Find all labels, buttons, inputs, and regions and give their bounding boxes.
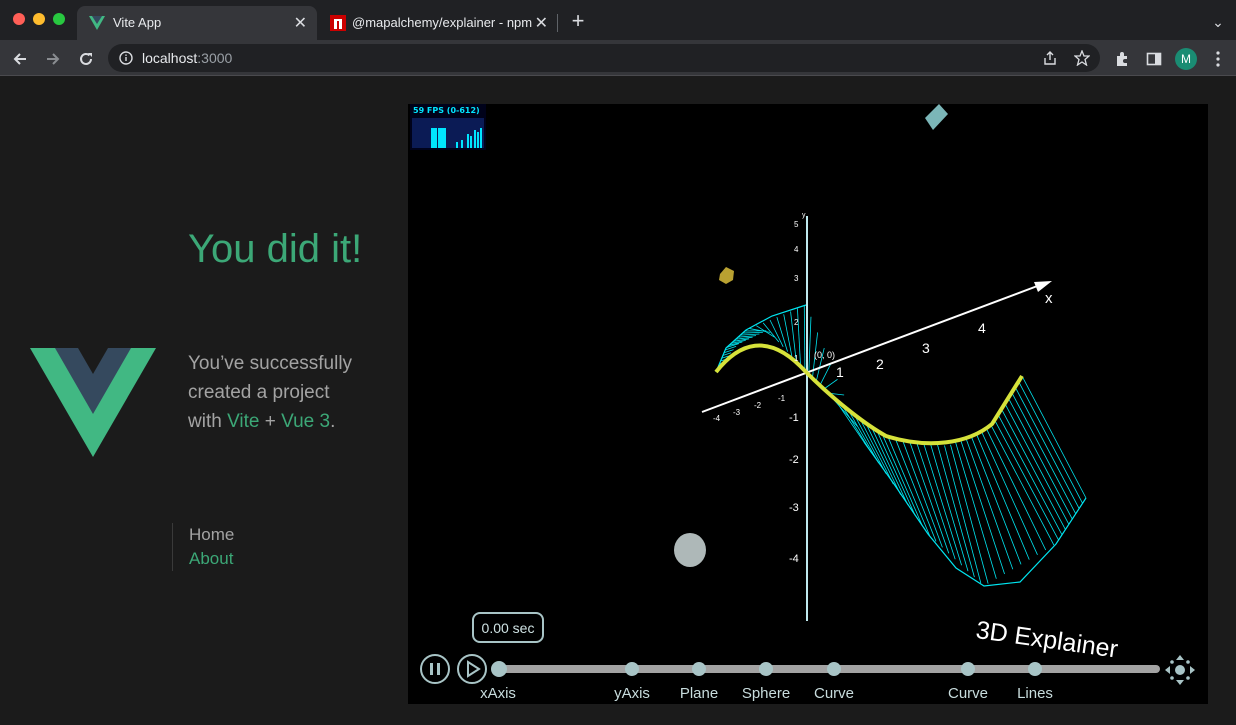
x-tick-label-2: -2 [754,401,762,410]
timeline-step-curve-marker[interactable] [827,662,841,676]
main-nav: Home About [172,523,234,571]
side-panel-icon [1146,52,1162,66]
tab-close-icon[interactable]: ✕ [294,13,307,33]
extensions-button[interactable] [1110,47,1134,71]
puzzle-icon [1117,52,1127,66]
tab-search-chevron-icon[interactable]: ⌄ [1206,10,1230,34]
mesh-back-edge [715,304,807,373]
origin-label: (0, 0) [814,350,836,360]
y-tick-label-0: 1 [794,354,799,363]
time-display: 0.00 sec [472,612,544,643]
y-tick-label-1: -2 [789,454,799,466]
y-tick-label-3: -4 [789,553,799,565]
timeline-step-xaxis-marker[interactable] [491,661,507,677]
arrow-right-icon [47,53,60,65]
browser-tab-bar: Vite App ✕ @mapalchemy/explainer - npm ✕… [0,0,1236,40]
vue-logo-icon [30,348,156,457]
timeline-step-label[interactable]: Sphere [742,685,790,702]
profile-avatar[interactable]: M [1174,47,1198,71]
x-tick-label-3: -1 [778,394,786,403]
share-icon [1044,51,1056,65]
url-host: localhost [142,50,198,66]
window-zoom-button[interactable] [53,13,65,25]
address-bar[interactable]: localhost:3000 [108,44,1100,72]
y-tick-label-2: -3 [789,502,799,514]
x-axis-line [701,284,1041,413]
tab-vite-app[interactable]: Vite App ✕ [77,6,317,40]
move-arrows-icon [1165,655,1195,685]
window-minimize-button[interactable] [33,13,45,25]
timeline-step-label[interactable]: yAxis [614,685,650,702]
reload-icon [80,52,92,65]
timeline-step-label[interactable]: Curve [814,685,854,702]
share-button[interactable] [1038,46,1062,70]
star-icon [1074,50,1090,66]
reload-button[interactable] [74,47,98,71]
vite-favicon-icon [89,16,105,30]
new-tab-button[interactable]: + [566,8,590,33]
hero-description: You’ve successfully created a project wi… [188,349,358,436]
sphere-object [674,533,706,567]
browser-menu-button[interactable] [1206,47,1230,71]
x-tick-label-2: 3 [922,340,930,356]
gold-cube-object [719,267,734,284]
forward-button[interactable] [41,47,65,71]
pause-icon [430,663,440,675]
tab-divider [557,14,558,32]
play-button[interactable] [457,654,487,684]
url-text[interactable]: localhost:3000 [142,50,232,66]
y-axis-label: y [802,212,806,219]
hero-title: You did it! [188,227,363,271]
x-axis-label: x [1045,290,1053,307]
tab-title: Vite App [113,15,162,30]
avatar: M [1175,48,1197,70]
timeline-step-label[interactable]: Curve [948,685,988,702]
timeline-step-label[interactable]: Plane [680,685,718,702]
play-icon [467,660,481,678]
y-tick-label-4: 5 [794,220,799,229]
npm-favicon-icon [330,15,346,31]
window-close-button[interactable] [13,13,25,25]
timeline-step-sphere-marker[interactable] [759,662,773,676]
bookmark-button[interactable] [1070,46,1094,70]
explainer-3d-canvas[interactable]: 59 FPS (0-612) x y (0, 0) 1 2 3 4 -4 -3 … [408,104,1208,704]
timeline-step-label[interactable]: Lines [1017,685,1053,702]
x-tick-label-3: 4 [978,320,986,336]
timeline-step-yaxis-marker[interactable] [625,662,639,676]
browser-toolbar: localhost:3000 M [0,40,1236,76]
tab-close-icon[interactable]: ✕ [535,13,548,33]
hero-text-suffix: . [330,411,336,432]
x-tick-label-0: 1 [836,364,844,380]
pause-button[interactable] [420,654,450,684]
side-panel-button[interactable] [1142,47,1166,71]
vue-link[interactable]: Vue 3 [281,411,330,432]
y-tick-label-1: 2 [794,318,799,327]
teal-prism-object [925,104,948,130]
y-tick-label-3: 4 [794,245,799,254]
back-button[interactable] [8,47,32,71]
y-tick-label-0: -1 [789,412,799,424]
nav-about-link[interactable]: About [173,547,234,571]
x-tick-label-1: 2 [876,356,884,372]
hero-text-mid: + [259,411,282,432]
vite-link[interactable]: Vite [227,411,259,432]
arrow-left-icon [13,53,26,65]
x-tick-label-1: -3 [733,408,741,417]
tab-title: @mapalchemy/explainer - npm [352,15,533,30]
nav-home-link[interactable]: Home [173,523,234,547]
url-port: :3000 [197,50,233,66]
x-tick-label-0: -4 [713,414,721,423]
info-icon [119,51,133,65]
timeline-step-plane-marker[interactable] [692,662,706,676]
kebab-menu-icon [1216,51,1220,67]
y-tick-label-2: 3 [794,274,799,283]
timeline-step-lines-marker[interactable] [1028,662,1042,676]
highlight-curve [714,343,1024,446]
page-content: You did it! You’ve successfully created … [0,77,1236,725]
timeline-step-label[interactable]: xAxis [480,685,516,702]
move-handle-button[interactable] [1164,654,1196,686]
timeline-step-curve-marker[interactable] [961,662,975,676]
tab-npm[interactable]: @mapalchemy/explainer - npm ✕ [318,6,558,40]
